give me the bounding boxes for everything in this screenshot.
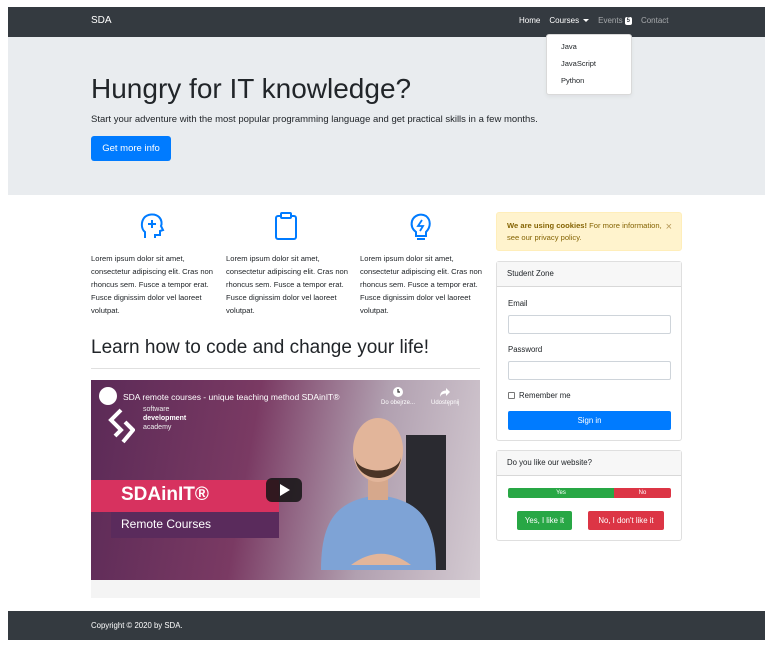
video-title[interactable]: SDA remote courses - unique teaching met… bbox=[123, 392, 340, 402]
share-icon bbox=[440, 388, 451, 397]
close-icon[interactable]: × bbox=[666, 221, 672, 233]
play-button[interactable] bbox=[266, 478, 302, 502]
poll-card: Do you like our website? Yes No Yes, I l… bbox=[496, 450, 682, 541]
poll-header: Do you like our website? bbox=[497, 451, 681, 476]
nav-home[interactable]: Home bbox=[519, 16, 540, 25]
dropdown-item-javascript[interactable]: JavaScript bbox=[547, 55, 631, 72]
vote-yes-button[interactable]: Yes, I like it bbox=[517, 511, 572, 530]
footer: Copyright © 2020 by SDA. bbox=[8, 611, 765, 640]
poll-progress: Yes No bbox=[508, 488, 671, 498]
feature-text: Lorem ipsum dolor sit amet, consectetur … bbox=[226, 254, 348, 315]
jumbotron-lead: Start your adventure with the most popul… bbox=[91, 114, 538, 125]
navbar-brand[interactable]: SDA bbox=[91, 15, 112, 26]
presenter-image bbox=[321, 418, 446, 570]
remember-me-label: Remember me bbox=[519, 391, 571, 400]
nav-links: Home Courses Events 5 Contact bbox=[519, 16, 678, 25]
watch-later-control[interactable]: Do obejrze... bbox=[381, 386, 415, 406]
watch-later-label: Do obejrze... bbox=[381, 400, 416, 406]
remember-me-checkbox[interactable] bbox=[508, 392, 515, 399]
poll-no-bar: No bbox=[613, 488, 671, 498]
brand-line-3: academy bbox=[143, 424, 172, 431]
vote-no-button[interactable]: No, I don't like it bbox=[588, 511, 664, 530]
share-control[interactable]: Udostępnij bbox=[431, 386, 459, 406]
dropdown-item-python[interactable]: Python bbox=[547, 72, 631, 89]
dropdown-item-java[interactable]: Java bbox=[547, 38, 631, 55]
lightbulb-icon bbox=[410, 213, 431, 240]
share-label: Udostępnij bbox=[431, 400, 460, 406]
clock-icon bbox=[393, 387, 404, 397]
courses-dropdown: Java JavaScript Python bbox=[546, 34, 632, 95]
head-idea-icon bbox=[140, 213, 165, 238]
cookie-alert-strong: We are using cookies! bbox=[507, 221, 588, 230]
student-zone-card: Student Zone Email Password Remember me … bbox=[496, 261, 682, 441]
sda-logo-icon bbox=[108, 408, 135, 444]
password-label: Password bbox=[508, 345, 543, 354]
caret-down-icon bbox=[583, 19, 590, 22]
divider bbox=[91, 368, 480, 369]
student-zone-header: Student Zone bbox=[497, 262, 681, 287]
events-badge: 5 bbox=[624, 16, 632, 25]
nav-contact[interactable]: Contact bbox=[641, 16, 669, 25]
nav-courses-label: Courses bbox=[549, 16, 580, 25]
email-label: Email bbox=[508, 299, 528, 308]
sda-brand-text: software development academy bbox=[143, 405, 186, 432]
brand-line-2: development bbox=[143, 415, 187, 422]
sign-in-button[interactable]: Sign in bbox=[508, 411, 671, 430]
cookie-alert: We are using cookies! For more informati… bbox=[496, 212, 682, 251]
password-field[interactable] bbox=[508, 361, 671, 380]
nav-courses[interactable]: Courses bbox=[549, 16, 590, 25]
page-frame: SDA Home Courses Events 5 Contact Java Ja… bbox=[8, 7, 765, 640]
clipboard-icon bbox=[275, 212, 297, 240]
navbar: SDA Home Courses Events 5 Contact bbox=[8, 7, 765, 37]
section-title: Learn how to code and change your life! bbox=[91, 337, 430, 358]
footer-copyright: Copyright © 2020 by SDA. bbox=[91, 621, 183, 630]
jumbotron-title: Hungry for IT knowledge? bbox=[91, 73, 412, 104]
desk bbox=[91, 580, 480, 598]
brand-line-1: software bbox=[143, 406, 170, 413]
feature-text: Lorem ipsum dolor sit amet, consectetur … bbox=[360, 254, 482, 315]
nav-events-label: Events bbox=[598, 16, 623, 25]
jumbotron: Hungry for IT knowledge? Start your adve… bbox=[8, 37, 765, 195]
video-player[interactable]: SDA remote courses - unique teaching met… bbox=[91, 380, 480, 598]
get-more-info-button[interactable]: Get more info bbox=[91, 136, 171, 161]
video-headline: SDAinIT® bbox=[121, 484, 209, 505]
poll-yes-bar: Yes bbox=[508, 488, 614, 498]
feature-text: Lorem ipsum dolor sit amet, consectetur … bbox=[91, 254, 213, 315]
email-field[interactable] bbox=[508, 315, 671, 334]
nav-events[interactable]: Events 5 bbox=[598, 16, 632, 25]
channel-logo[interactable] bbox=[99, 387, 117, 405]
video-subline: Remote Courses bbox=[121, 517, 212, 531]
